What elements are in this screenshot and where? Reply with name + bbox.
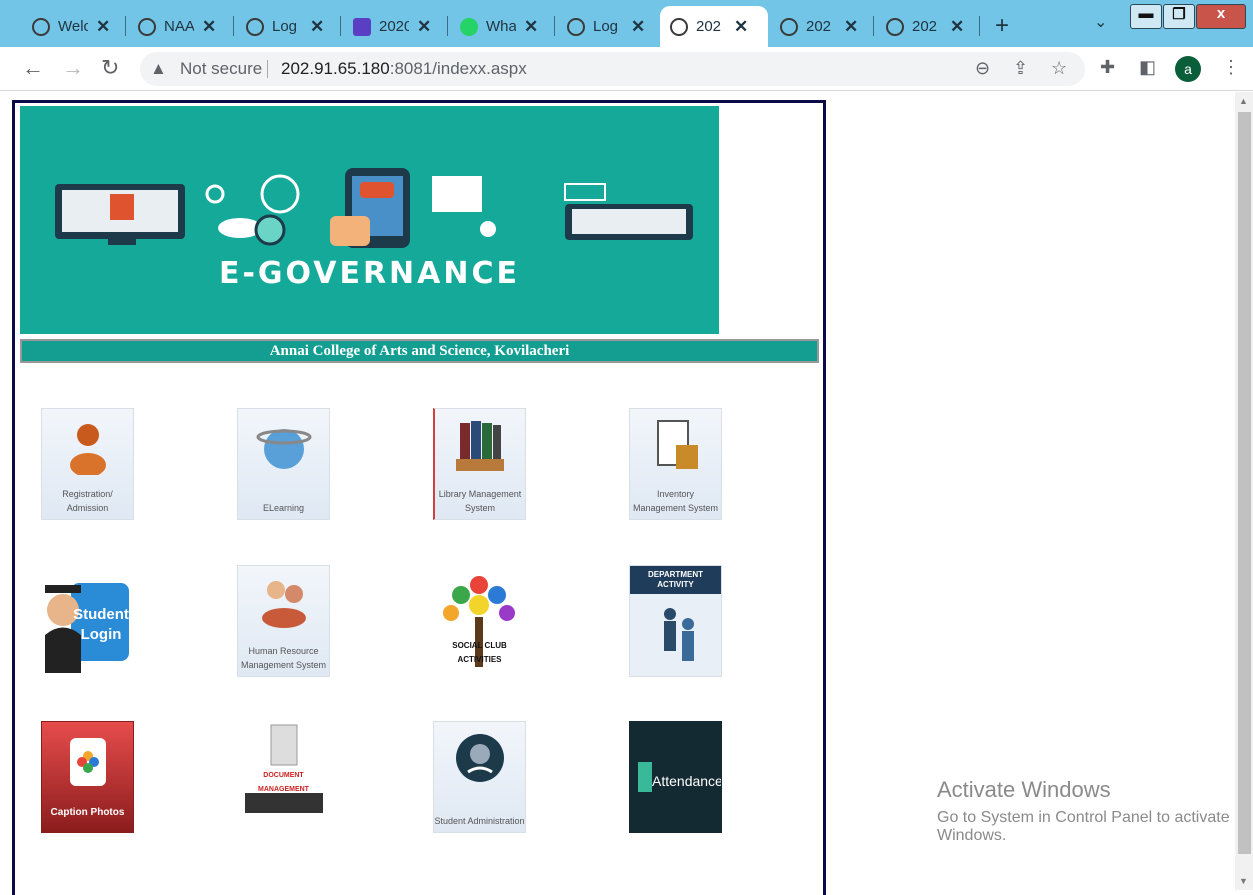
vertical-scrollbar[interactable]: ▲ ▼ (1235, 92, 1253, 890)
close-tab-icon[interactable]: ✕ (524, 17, 538, 37)
zoom-icon[interactable]: ⊖ (975, 58, 990, 79)
globe-icon (670, 17, 688, 36)
browser-toolbar: ← → ↻ ▲ Not secure 202.91.65.180:8081/in… (0, 47, 1253, 91)
close-tab-icon[interactable]: ✕ (96, 17, 110, 37)
close-tab-icon[interactable]: ✕ (631, 17, 645, 37)
new-tab-icon[interactable]: + (995, 12, 1009, 40)
browser-tab[interactable]: Wha ✕ (450, 6, 550, 47)
browser-tab-active[interactable]: 202 ✕ (660, 6, 768, 47)
menu-kebab-icon[interactable]: ⋮ (1222, 57, 1240, 78)
whatsapp-icon (460, 17, 478, 36)
department-activity-tile[interactable]: DEPARTMENT ACTIVITY (629, 565, 722, 677)
clipboard-icon (656, 420, 698, 469)
restore-button[interactable]: ❐ (1163, 4, 1195, 29)
reload-icon[interactable]: ↻ (101, 55, 119, 81)
scrollbar-thumb[interactable] (1238, 112, 1251, 854)
scroll-down-icon[interactable]: ▼ (1239, 876, 1248, 886)
tab-strip: Welc ✕ NAA ✕ Log ✕ 2020 ✕ Wha ✕ Log ✕ 202 ✕ 202… (0, 0, 1253, 47)
inventory-management-tile[interactable]: Inventory Management System (629, 408, 722, 520)
attendance-book-icon (638, 762, 652, 792)
registration-admission-tile[interactable]: Registration/ Admission (41, 408, 134, 520)
warning-icon: ▲ (150, 59, 167, 78)
elearning-tile[interactable]: ELearning (237, 408, 330, 520)
close-tab-icon[interactable]: ✕ (950, 17, 964, 37)
people-icon (261, 581, 306, 628)
e-governance-banner: E-GOVERNANCE (20, 106, 719, 334)
chevron-down-icon[interactable]: ⌄ (1094, 12, 1107, 32)
administration-badge-icon (455, 734, 504, 782)
document-management-tile[interactable]: DOCUMENT MANAGEMENT (237, 721, 330, 833)
scroll-up-icon[interactable]: ▲ (1239, 96, 1248, 106)
registration-person-icon (69, 424, 106, 475)
caption-photos-tile[interactable]: Caption Photos (41, 721, 134, 833)
library-management-tile[interactable]: Library Management System (433, 408, 526, 520)
team-silhouette-icon (664, 608, 694, 661)
social-club-activities-tile[interactable]: SOCIAL CLUB ACTIVITIES (433, 565, 526, 677)
browser-tab[interactable]: Welc ✕ (22, 6, 122, 47)
globe-icon (246, 17, 264, 36)
back-arrow-icon[interactable]: ← (22, 55, 44, 81)
human-resource-tile[interactable]: Human Resource Management System (237, 565, 330, 677)
college-name-bar: Annai College of Arts and Science, Kovil… (20, 339, 819, 363)
close-tab-icon[interactable]: ✕ (202, 17, 216, 37)
share-icon[interactable]: ⇪ (1013, 58, 1028, 79)
side-panel-icon[interactable]: ◧ (1139, 57, 1156, 78)
avatar[interactable]: a (1175, 56, 1201, 82)
close-tab-icon[interactable]: ✕ (844, 17, 858, 37)
minimize-button[interactable]: ▬ (1130, 4, 1162, 29)
page-frame: E-GOVERNANCE Annai College of Arts and S… (12, 100, 826, 895)
photos-flower-icon (70, 738, 106, 786)
activate-windows-watermark: Activate Windows Go to System in Control… (937, 777, 1230, 844)
student-login-tile[interactable]: Student Login (41, 565, 134, 677)
banner-illustration (55, 168, 693, 248)
globe-icon (32, 17, 50, 36)
close-tab-icon[interactable]: ✕ (417, 17, 431, 37)
extensions-icon[interactable]: ✚ (1100, 57, 1115, 78)
form-icon (353, 17, 371, 36)
browser-tab[interactable]: 202 ✕ (770, 6, 870, 47)
elearning-globe-icon (256, 429, 311, 469)
not-secure-label[interactable]: Not secure (180, 59, 262, 79)
bookmark-star-icon[interactable]: ☆ (1051, 58, 1067, 79)
address-bar[interactable]: ▲ Not secure 202.91.65.180:8081/indexx.a… (140, 52, 1085, 86)
browser-tab[interactable]: NAA ✕ (128, 6, 228, 47)
attendance-tile[interactable]: Attendance (629, 721, 722, 833)
globe-icon (567, 17, 585, 36)
globe-icon (780, 17, 798, 36)
browser-tab[interactable]: 202 ✕ (876, 6, 976, 47)
globe-icon (886, 17, 904, 36)
forward-arrow-icon[interactable]: → (62, 55, 84, 81)
browser-tab[interactable]: Log ✕ (557, 6, 657, 47)
browser-tab[interactable]: Log ✕ (236, 6, 336, 47)
globe-icon (138, 17, 156, 36)
banner-title: E-GOVERNANCE (218, 256, 521, 291)
url-text[interactable]: 202.91.65.180:8081/indexx.aspx (281, 59, 527, 79)
books-icon (456, 421, 504, 471)
browser-tab[interactable]: 2020 ✕ (343, 6, 443, 47)
close-tab-icon[interactable]: ✕ (734, 17, 748, 37)
student-administration-tile[interactable]: Student Administration (433, 721, 526, 833)
close-tab-icon[interactable]: ✕ (310, 17, 324, 37)
close-window-button[interactable]: x (1196, 4, 1246, 29)
